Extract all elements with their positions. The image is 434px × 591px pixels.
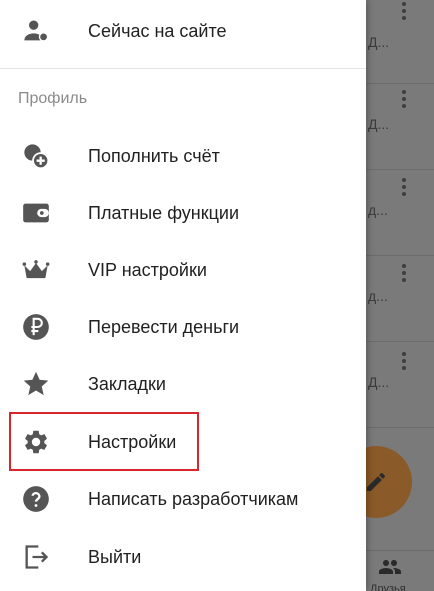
more-options-icon[interactable] (401, 178, 407, 200)
drawer-item-label: Сейчас на сайте (88, 20, 227, 41)
more-options-icon[interactable] (401, 264, 407, 286)
coins-add-icon (22, 142, 50, 170)
background-item-text: Д... (368, 116, 390, 132)
drawer-item-label: Платные функции (88, 202, 240, 223)
section-title-profile: Профиль (18, 90, 88, 107)
star-icon (22, 370, 50, 398)
drawer-item-online[interactable]: Сейчас на сайте (0, 3, 366, 59)
drawer-item-bookmarks[interactable]: Закладки (0, 356, 366, 412)
drawer-item-transfer-money[interactable]: Перевести деньги (0, 299, 366, 355)
drawer-item-contact-developers[interactable]: Написать разработчикам (0, 471, 366, 527)
ruble-icon (22, 313, 50, 341)
drawer-item-label: Пополнить счёт (88, 145, 220, 166)
logout-icon (22, 543, 50, 571)
help-icon (22, 485, 50, 513)
people-icon (379, 560, 401, 574)
bottom-nav-friends[interactable]: Друзья (366, 550, 434, 591)
drawer-item-vip-settings[interactable]: VIP настройки (0, 242, 366, 298)
drawer-item-settings[interactable]: Настройки (0, 414, 366, 470)
background-item-text: Д... (368, 34, 390, 50)
divider (0, 68, 366, 69)
background-item-text: Д... (368, 374, 390, 390)
more-options-icon[interactable] (401, 90, 407, 112)
drawer-item-label: Закладки (88, 373, 166, 394)
more-options-icon[interactable] (401, 352, 407, 374)
drawer-item-label: Настройки (88, 431, 177, 452)
pencil-icon (367, 472, 386, 491)
wallet-icon (22, 199, 50, 227)
user-online-icon (22, 17, 50, 45)
drawer-item-label: Перевести деньги (88, 316, 240, 337)
gear-icon (22, 428, 50, 456)
drawer-item-label: Выйти (88, 546, 142, 567)
crown-icon (22, 256, 50, 284)
drawer-item-label: Написать разработчикам (88, 488, 299, 509)
drawer-item-top-up[interactable]: Пополнить счёт (0, 128, 366, 184)
drawer-item-label: VIP настройки (88, 259, 207, 280)
bottom-nav-friends-label: Друзья (370, 583, 406, 591)
drawer-item-logout[interactable]: Выйти (0, 529, 366, 585)
background-item-text: д... (368, 288, 388, 304)
drawer-item-paid-features[interactable]: Платные функции (0, 185, 366, 241)
navigation-drawer: Сейчас на сайте Профиль Пополнить счёт П… (0, 0, 366, 591)
background-item-text: д... (368, 202, 388, 218)
more-options-icon[interactable] (401, 2, 407, 24)
